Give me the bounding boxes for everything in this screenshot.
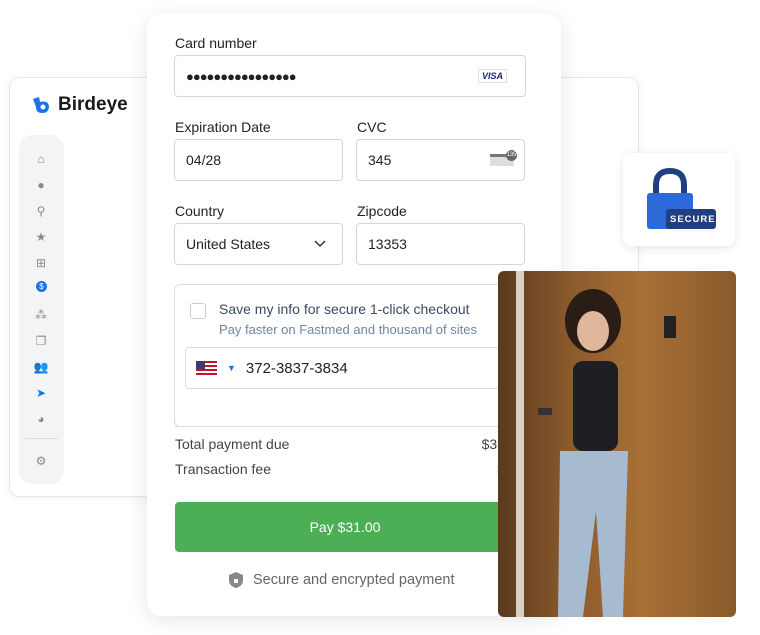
expiration-label: Expiration Date xyxy=(175,119,271,135)
cvc-card-icon: 135 xyxy=(490,150,517,166)
lock-icon xyxy=(647,167,716,229)
country-value: United States xyxy=(186,236,271,252)
pay-button[interactable]: Pay $31.00 xyxy=(175,502,515,552)
location-pin-icon[interactable]: ⚲ xyxy=(33,203,49,219)
settings-icon[interactable]: ⚙ xyxy=(33,453,49,469)
phone-input[interactable]: ▼ 372-3837-3834 xyxy=(185,347,525,389)
sidebar-rail: ⌂ ● ⚲ ★ ⊞ $ ⁂ ❐ 👥 ➤ ◕ ⚙ xyxy=(19,135,64,484)
total-row: Total payment due $30 xyxy=(175,436,505,452)
cvc-label: CVC xyxy=(357,119,387,135)
dollar-icon[interactable]: $ xyxy=(36,281,47,292)
fee-row: Transaction fee$ xyxy=(175,461,505,477)
secure-text: Secure and encrypted payment xyxy=(253,572,455,588)
country-label: Country xyxy=(175,203,225,219)
cvc-input[interactable]: 345 135 xyxy=(356,139,525,181)
secure-payment-note: Secure and encrypted payment xyxy=(229,572,455,588)
send-icon[interactable]: ➤ xyxy=(33,385,49,401)
zipcode-value: 13353 xyxy=(368,236,407,252)
zipcode-label: Zipcode xyxy=(357,203,407,219)
phone-value: 372-3837-3834 xyxy=(245,359,348,377)
country-select[interactable]: United States xyxy=(174,223,343,265)
us-flag-icon[interactable] xyxy=(196,360,217,376)
divider xyxy=(25,438,58,439)
card-number-input[interactable]: ●●●●●●●●●●●●●●●● VISA xyxy=(174,55,526,97)
birdeye-logo: Birdeye xyxy=(32,94,128,116)
divider xyxy=(175,426,515,427)
save-info-title: Save my info for secure 1-click checkout xyxy=(219,301,470,317)
home-icon[interactable]: ⌂ xyxy=(33,151,49,167)
card-number-label: Card number xyxy=(175,35,257,51)
cvc-value: 345 xyxy=(368,152,392,168)
total-label: Total payment due xyxy=(175,436,290,452)
zipcode-input[interactable]: 13353 xyxy=(356,223,525,265)
shield-lock-icon xyxy=(229,572,243,588)
pie-chart-icon[interactable]: ◕ xyxy=(33,411,49,427)
network-icon[interactable]: ⁂ xyxy=(33,307,49,323)
star-icon[interactable]: ★ xyxy=(33,229,49,245)
photo-illustration xyxy=(516,271,676,617)
birdeye-logo-icon xyxy=(33,97,49,113)
save-info-checkbox[interactable] xyxy=(190,303,206,319)
chevron-down-icon xyxy=(314,240,326,248)
pages-icon[interactable]: ❐ xyxy=(33,333,49,349)
expiration-value: 04/28 xyxy=(186,152,222,168)
caret-down-icon[interactable]: ▼ xyxy=(227,363,236,373)
save-info-box: Save my info for secure 1-click checkout… xyxy=(174,284,534,427)
fee-label: Transaction fee xyxy=(175,461,271,477)
visa-icon: VISA xyxy=(477,69,507,83)
woman-with-phone-photo xyxy=(498,271,736,617)
users-icon[interactable]: 👥 xyxy=(33,359,49,375)
card-number-value: ●●●●●●●●●●●●●●●● xyxy=(186,68,297,84)
secure-badge-text: SECURE xyxy=(670,214,716,225)
save-info-subtitle: Pay faster on Fastmed and thousand of si… xyxy=(219,322,477,337)
chat-icon[interactable]: ● xyxy=(33,177,49,193)
expiration-input[interactable]: 04/28 xyxy=(174,139,343,181)
secure-lock-card: SECURE xyxy=(623,153,735,246)
grid-icon[interactable]: ⊞ xyxy=(33,255,49,271)
